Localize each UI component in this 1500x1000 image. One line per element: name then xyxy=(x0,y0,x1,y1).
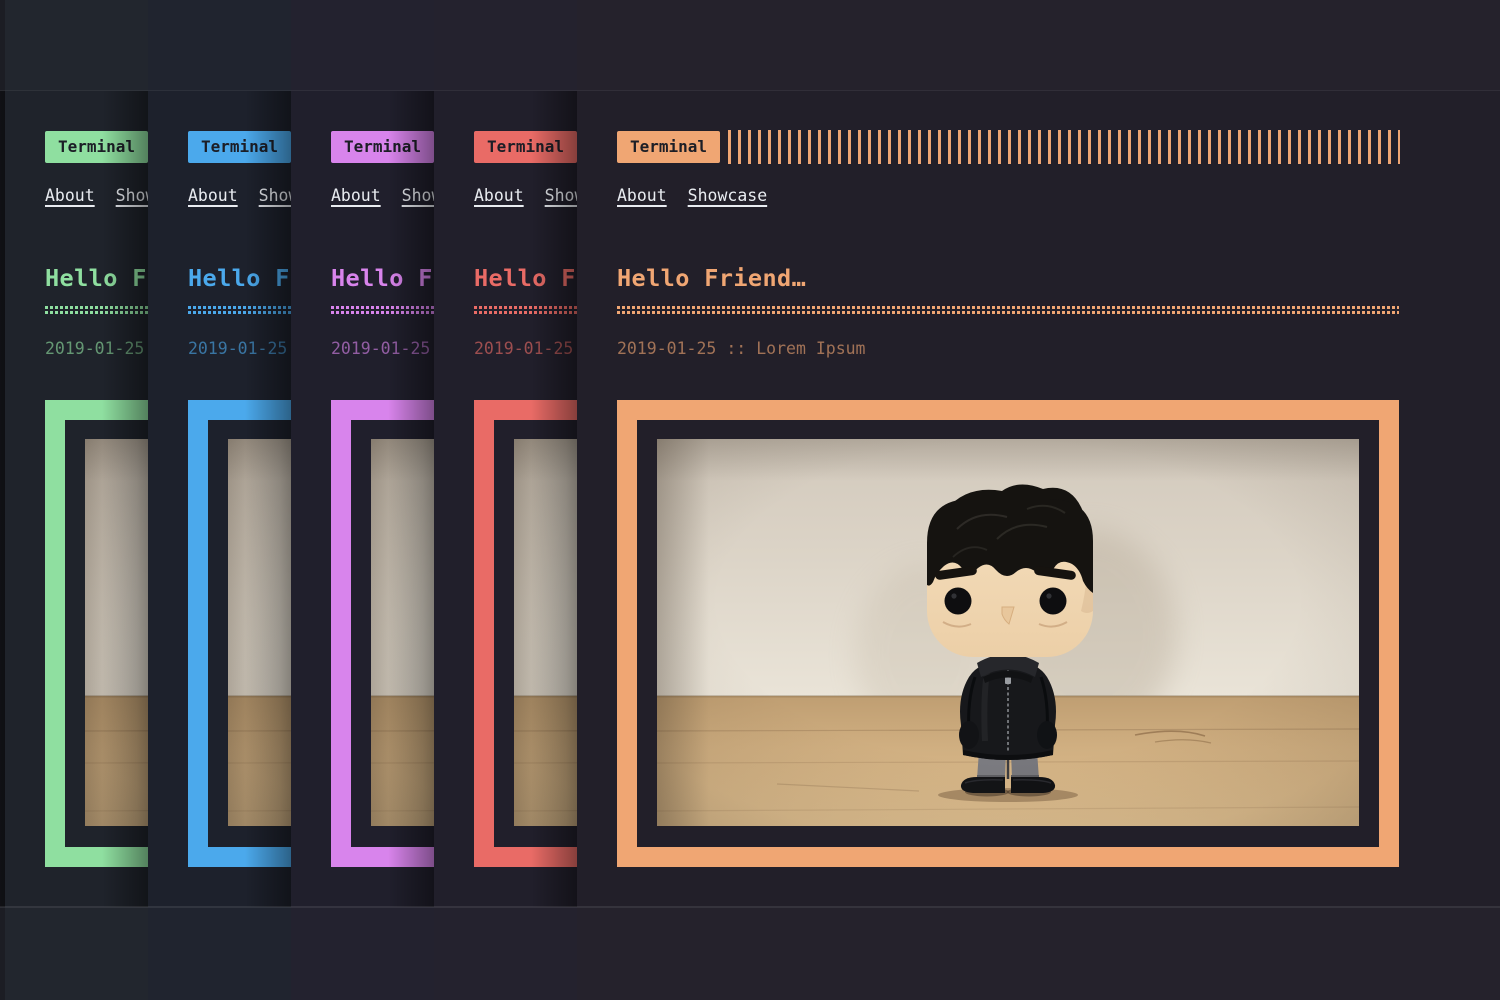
meta-separator: :: xyxy=(726,339,746,358)
nav-link-about[interactable]: About xyxy=(474,186,524,205)
theme-showcase-canvas: Terminal About Showcase Hello Friend… 20… xyxy=(0,0,1500,1000)
main-menu: About Showcase xyxy=(617,186,767,205)
nav-link-about[interactable]: About xyxy=(617,186,667,205)
dot-row xyxy=(617,306,1399,309)
page-background: Terminal About Showcase Hello Friend… 20… xyxy=(577,0,1500,1000)
dot-row xyxy=(617,311,1399,314)
funko-figure-photo xyxy=(657,439,1359,826)
panel-drop-shadow xyxy=(531,91,577,907)
panel-drop-shadow xyxy=(388,91,434,907)
post-meta: 2019-01-25 :: Lorem Ipsum xyxy=(617,339,866,358)
post-category: Lorem Ipsum xyxy=(756,339,865,358)
nav-link-showcase[interactable]: Showcase xyxy=(688,186,767,205)
panel-drop-shadow xyxy=(245,91,291,907)
post-date: 2019-01-25 xyxy=(617,339,716,358)
post-title: Hello Friend… xyxy=(617,264,806,292)
nav-link-about[interactable]: About xyxy=(45,186,95,205)
post-image-frame xyxy=(617,400,1399,867)
nav-link-about[interactable]: About xyxy=(188,186,238,205)
panel-drop-shadow xyxy=(102,91,148,907)
title-dotted-divider xyxy=(617,306,1399,316)
header-bars-decoration xyxy=(728,130,1400,164)
screenshot-panel-orange: Terminal About Showcase Hello Friend… 20… xyxy=(577,0,1500,1000)
nav-link-about[interactable]: About xyxy=(331,186,381,205)
site-logo-badge[interactable]: Terminal xyxy=(617,131,720,163)
